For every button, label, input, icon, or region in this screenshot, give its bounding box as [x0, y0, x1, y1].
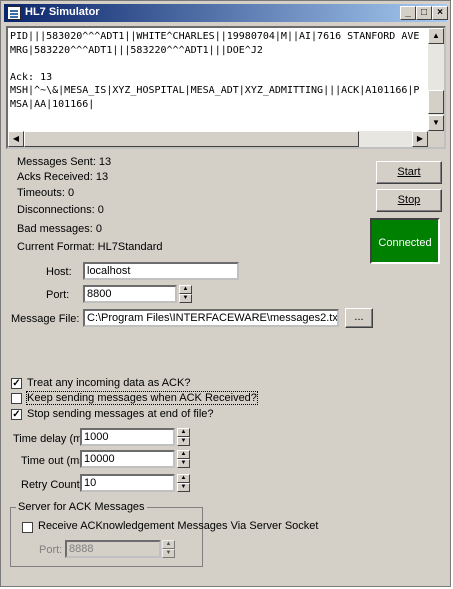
connection-status-indicator: Connected [370, 218, 440, 264]
stepper-up-icon[interactable]: ▲ [177, 428, 190, 437]
port-label: Port: [46, 289, 70, 301]
log-line: PID|||583020^^^ADT1||WHITE^CHARLES||1998… [10, 31, 420, 42]
port-input[interactable]: 8800 [83, 285, 177, 303]
message-log-text: PID|||583020^^^ADT1||WHITE^CHARLES||1998… [10, 30, 430, 130]
hl7-simulator-window: HL7 Simulator _ □ × PID|||583020^^^ADT1|… [0, 0, 451, 587]
retry-count-stepper[interactable]: ▲ ▼ [177, 474, 190, 492]
current-format-label: Current Format: HL7Standard [17, 241, 163, 253]
stop-at-eof-label: Stop sending messages at end of file? [27, 408, 214, 420]
start-button[interactable]: Start [376, 161, 442, 184]
log-line: MSH|^~\&|MESA_IS|XYZ_HOSPITAL|MESA_ADT|X… [10, 85, 420, 96]
stop-at-eof-checkbox[interactable]: ✓ [11, 409, 22, 420]
keep-sending-label: Keep sending messages when ACK Received? [26, 391, 258, 405]
title-bar[interactable]: HL7 Simulator _ □ × [4, 4, 448, 22]
messages-sent-label: Messages Sent: 13 [17, 156, 112, 168]
treat-incoming-checkbox[interactable]: ✓ [11, 378, 22, 389]
app-icon [7, 6, 21, 20]
log-line: Ack: 13 [10, 71, 53, 83]
ack-port-stepper[interactable]: ▲ ▼ [162, 540, 175, 558]
bad-messages-label: Bad messages: 0 [17, 223, 102, 235]
message-file-label: Message File: [11, 313, 80, 325]
ack-port-input[interactable]: 8888 [65, 540, 161, 558]
scroll-down-arrow-icon[interactable]: ▼ [428, 115, 444, 131]
message-log[interactable]: PID|||583020^^^ADT1||WHITE^CHARLES||1998… [6, 26, 446, 149]
scroll-up-arrow-icon[interactable]: ▲ [428, 28, 444, 44]
stepper-up-icon[interactable]: ▲ [162, 540, 175, 549]
minimize-button[interactable]: _ [400, 6, 416, 20]
scroll-left-arrow-icon[interactable]: ◀ [8, 131, 24, 147]
stepper-down-icon[interactable]: ▼ [179, 294, 192, 303]
stepper-down-icon[interactable]: ▼ [162, 549, 175, 558]
retry-count-input[interactable]: 10 [80, 474, 175, 492]
vertical-scroll-thumb[interactable] [428, 90, 444, 114]
host-input[interactable]: localhost [83, 262, 239, 280]
ack-server-group: Server for ACK Messages Receive ACKnowle… [10, 501, 318, 567]
close-button[interactable]: × [432, 6, 448, 20]
horizontal-scroll-thumb[interactable] [24, 131, 359, 147]
stepper-down-icon[interactable]: ▼ [177, 437, 190, 446]
vertical-scrollbar[interactable]: ▲ ▼ [428, 28, 444, 131]
stepper-down-icon[interactable]: ▼ [177, 483, 190, 492]
message-file-input[interactable]: C:\Program Files\INTERFACEWARE\messages2… [83, 309, 339, 327]
time-out-stepper[interactable]: ▲ ▼ [177, 450, 190, 468]
host-label: Host: [46, 266, 72, 278]
stepper-up-icon[interactable]: ▲ [179, 285, 192, 294]
time-delay-stepper[interactable]: ▲ ▼ [177, 428, 190, 446]
ack-server-group-label: Server for ACK Messages [16, 501, 147, 513]
receive-ack-checkbox[interactable] [22, 522, 33, 533]
maximize-button[interactable]: □ [416, 6, 432, 20]
time-out-input[interactable]: 10000 [80, 450, 175, 468]
stop-button[interactable]: Stop [376, 189, 442, 212]
browse-button[interactable]: ... [345, 308, 373, 328]
retry-count-label: Retry Count: [21, 479, 83, 491]
port-stepper[interactable]: ▲ ▼ [179, 285, 192, 303]
ack-port-label: Port: [39, 544, 63, 556]
treat-incoming-label: Treat any incoming data as ACK? [27, 377, 191, 389]
disconnections-label: Disconnections: 0 [17, 204, 104, 216]
timeouts-label: Timeouts: 0 [17, 187, 75, 199]
stepper-down-icon[interactable]: ▼ [177, 459, 190, 468]
horizontal-scrollbar[interactable]: ◀ ▶ [8, 131, 428, 147]
acks-received-label: Acks Received: 13 [17, 171, 109, 183]
scroll-right-arrow-icon[interactable]: ▶ [412, 131, 428, 147]
receive-ack-label: Receive ACKnowledgement Messages Via Ser… [38, 520, 319, 532]
stepper-up-icon[interactable]: ▲ [177, 450, 190, 459]
log-line: MSA|AA|101166| [10, 98, 95, 110]
time-delay-input[interactable]: 1000 [80, 428, 175, 446]
window-title: HL7 Simulator [25, 6, 100, 18]
stepper-up-icon[interactable]: ▲ [177, 474, 190, 483]
scroll-corner [428, 131, 444, 147]
log-line: MRG|583220^^^ADT1|||583220^^^ADT1|||DOE^… [10, 44, 263, 56]
keep-sending-checkbox[interactable] [11, 393, 22, 404]
